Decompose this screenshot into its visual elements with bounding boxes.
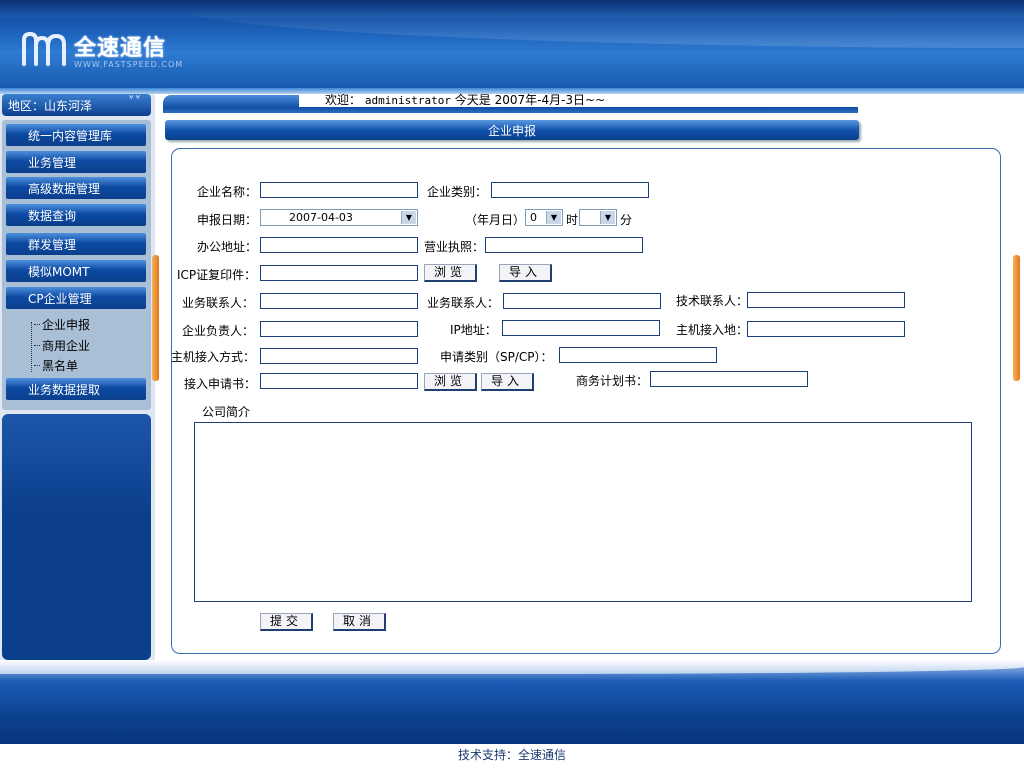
sidebar-item-data-query[interactable]: 数据查询 — [6, 204, 146, 226]
submit-button[interactable]: 提交 — [260, 613, 313, 631]
ip-address-label: IP地址： — [450, 323, 497, 337]
company-intro-textarea[interactable] — [194, 422, 972, 602]
hour-select[interactable]: 0 ▼ — [525, 209, 563, 226]
access-application-label: 接入申请书： — [184, 377, 257, 391]
sidebar-item-cp-management[interactable]: CP企业管理 — [6, 287, 146, 309]
sidebar-item-label: 统一内容管理库 — [28, 129, 113, 143]
welcome-prefix: 欢迎： — [325, 93, 362, 107]
sidebar-subitem-commercial-enterprise[interactable]: 商用企业 — [33, 337, 90, 354]
collapse-handle-left[interactable] — [152, 255, 159, 381]
host-location-input[interactable] — [747, 321, 905, 337]
icp-license-label: ICP证复印件： — [177, 268, 257, 282]
dropdown-arrow-icon[interactable]: ▼ — [546, 211, 561, 224]
cancel-button[interactable]: 取消 — [333, 613, 386, 631]
logo-mark-icon — [22, 31, 66, 66]
page-title-bar: 企业申报 — [165, 120, 859, 140]
ip-address-input[interactable] — [502, 320, 660, 336]
collapse-handle-right[interactable] — [1013, 255, 1020, 381]
sidebar-lower-panel — [2, 414, 151, 660]
sidebar-item-mass-send[interactable]: 群发管理 — [6, 233, 146, 255]
access-import-button[interactable]: 导入 — [481, 373, 534, 391]
region-selector[interactable]: 地区：山东河泽 ˅˅ — [2, 94, 151, 116]
legal-person-input[interactable] — [260, 321, 418, 337]
company-name-label: 企业名称： — [197, 185, 258, 199]
apply-date-label: 申报日期： — [197, 213, 258, 227]
icp-import-button[interactable]: 导入 — [499, 264, 552, 282]
logo-text: 全速通信 — [74, 36, 167, 61]
apply-date-value: 2007-04-03 — [289, 211, 353, 224]
sidebar-item-business-management[interactable]: 业务管理 — [6, 151, 146, 173]
biz-contact-2-input[interactable] — [503, 293, 661, 309]
sidebar-item-label: 模似MOMT — [28, 265, 90, 279]
sidebar-item-label: CP企业管理 — [28, 292, 92, 306]
sidebar-item-label: 数据查询 — [28, 209, 77, 223]
icp-browse-button[interactable]: 浏览 — [424, 264, 477, 282]
sidebar-item-label: 群发管理 — [28, 238, 77, 252]
sidebar-subitem-enterprise-apply[interactable]: 企业申报 — [33, 316, 90, 333]
minute-select[interactable]: ▼ — [579, 209, 617, 226]
header-wave — [180, 8, 1024, 48]
apply-date-select[interactable]: 2007-04-03 ▼ — [260, 209, 418, 226]
office-address-input[interactable] — [260, 237, 418, 253]
welcome-user: administrator — [364, 94, 451, 107]
apply-type-input[interactable] — [559, 347, 717, 363]
sidebar-item-label: 业务数据提取 — [28, 383, 101, 397]
business-plan-label: 商务计划书： — [576, 374, 649, 388]
office-address-label: 办公地址： — [197, 240, 258, 254]
business-license-label: 营业执照： — [424, 240, 485, 254]
welcome-message: 欢迎： administrator 今天是 2007年-4月-3日~~ — [325, 91, 605, 108]
region-label: 地区：山东河泽 — [8, 99, 93, 113]
sidebar-item-momt-simulation[interactable]: 模似MOMT — [6, 260, 146, 282]
company-type-input[interactable] — [491, 182, 649, 198]
business-plan-input[interactable] — [650, 371, 808, 387]
sidebar-item-label: 业务管理 — [28, 156, 77, 170]
host-access-input[interactable] — [260, 348, 418, 364]
dropdown-arrow-icon[interactable]: ▼ — [401, 211, 416, 224]
sidebar-item-label: 高级数据管理 — [28, 182, 101, 196]
legal-person-label: 企业负责人： — [182, 324, 255, 338]
company-intro-label: 公司简介 — [202, 405, 251, 419]
minute-unit: 分 — [620, 213, 633, 227]
sidebar-item-data-extract[interactable]: 业务数据提取 — [6, 378, 146, 400]
tech-contact-label: 技术联系人： — [676, 294, 749, 308]
hour-value: 0 — [530, 211, 537, 224]
sidebar-item-advanced-data[interactable]: 高级数据管理 — [6, 177, 146, 199]
biz-contact-2-label: 业务联系人： — [427, 296, 500, 310]
double-chevron-down-icon[interactable]: ˅˅ — [128, 95, 141, 110]
footer-support-text: 技术支持：全速通信 — [457, 748, 566, 762]
sidebar-item-content-library[interactable]: 统一内容管理库 — [6, 124, 146, 146]
tree-line — [31, 322, 32, 372]
hour-unit: 时 — [566, 213, 579, 227]
logo-subtitle: WWW.FASTSPEED.COM — [74, 60, 184, 69]
access-application-input[interactable] — [260, 373, 418, 389]
host-access-label: 主机接入方式： — [171, 350, 256, 364]
host-location-label: 主机接入地： — [676, 323, 749, 337]
welcome-date: 今天是 2007年-4月-3日~~ — [454, 93, 606, 107]
ymd-label: （年月日） — [465, 213, 526, 227]
access-browse-button[interactable]: 浏览 — [424, 373, 477, 391]
page-title: 企业申报 — [487, 124, 536, 138]
footer-wave — [0, 660, 1024, 674]
icp-file-input[interactable] — [260, 265, 418, 281]
biz-contact-input[interactable] — [260, 293, 418, 309]
sidebar-subitem-blacklist[interactable]: 黑名单 — [33, 357, 78, 374]
biz-contact-label: 业务联系人： — [182, 296, 255, 310]
company-name-input[interactable] — [260, 182, 418, 198]
business-license-input[interactable] — [485, 237, 643, 253]
company-type-label: 企业类别： — [427, 185, 488, 199]
tech-contact-input[interactable] — [747, 292, 905, 308]
header-banner: 全速通信 WWW.FASTSPEED.COM — [0, 0, 1024, 88]
dropdown-arrow-icon[interactable]: ▼ — [600, 211, 615, 224]
apply-type-label: 申请类别（SP/CP）： — [440, 350, 553, 364]
